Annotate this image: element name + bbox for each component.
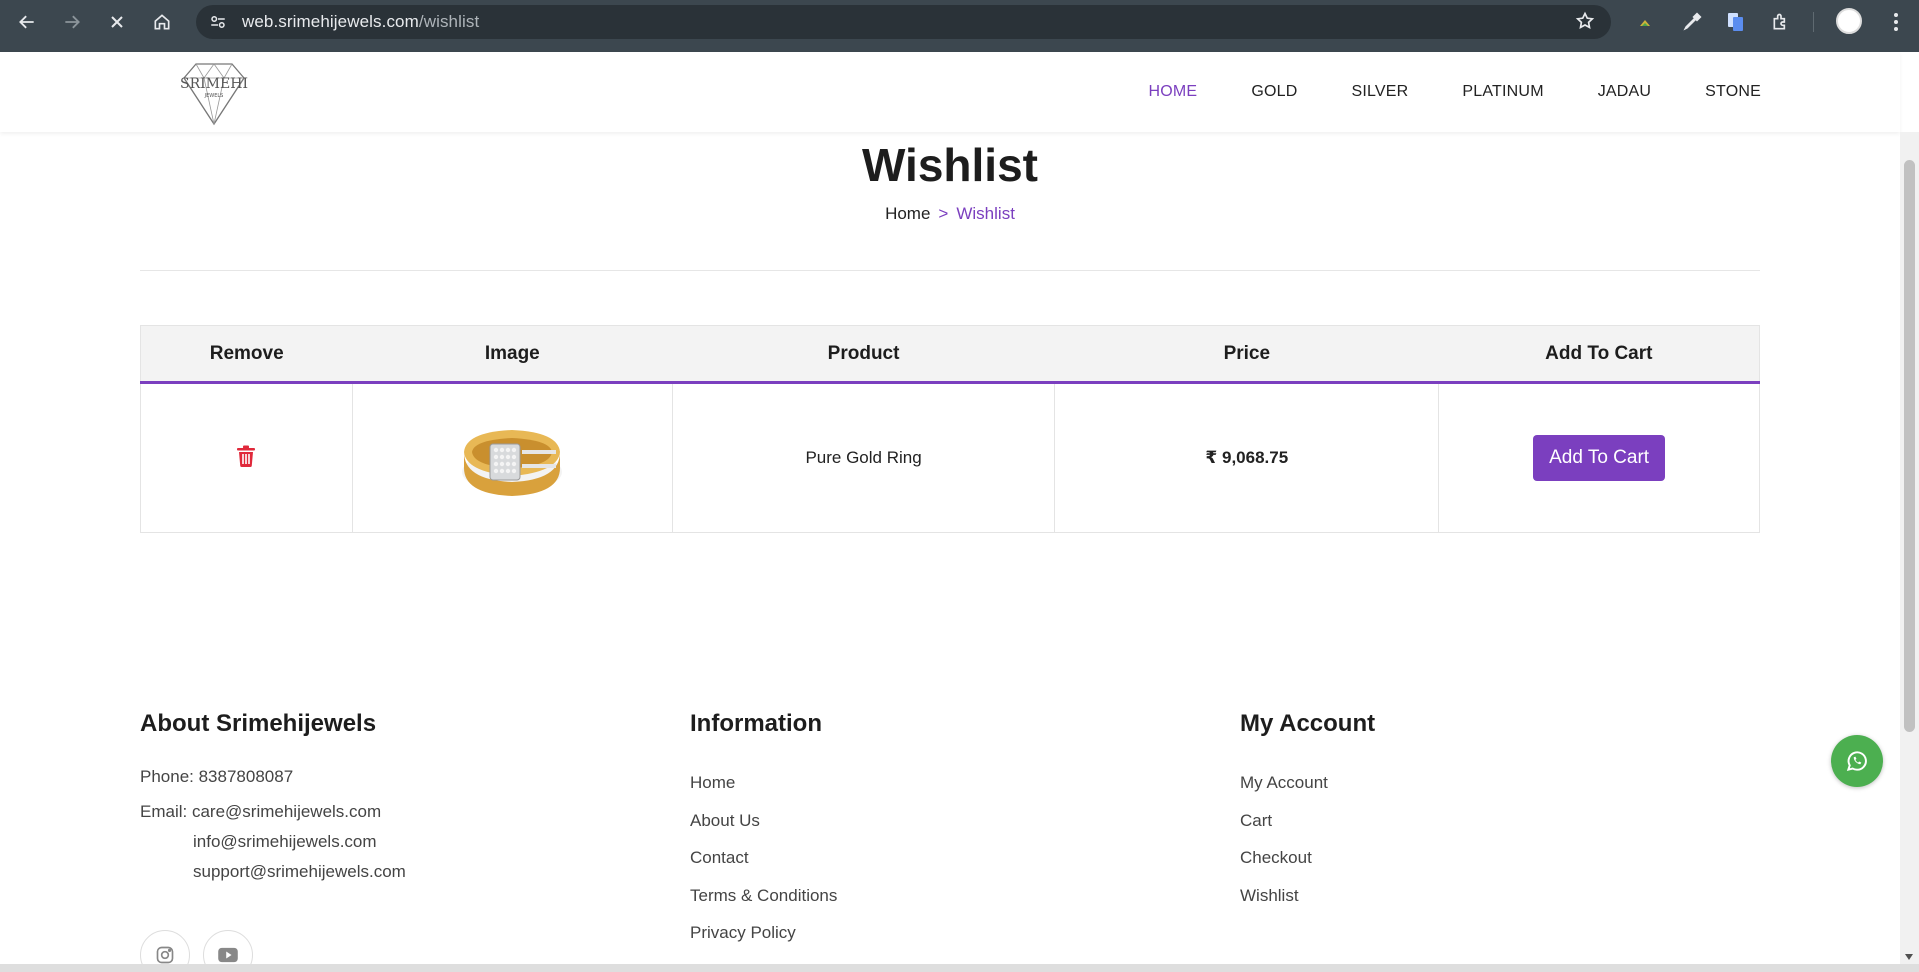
title-divider [140, 270, 1760, 271]
table-header-row: Remove Image Product Price Add To Cart [140, 325, 1760, 384]
col-product: Product [672, 325, 1055, 384]
breadcrumb-separator: > [938, 204, 949, 223]
back-icon[interactable] [12, 7, 42, 37]
site-header: SRIMEHI JEWELS HOME GOLD SILVER PLATINUM… [0, 52, 1900, 132]
breadcrumb-home[interactable]: Home [885, 204, 930, 223]
footer-email: Email: care@srimehijewels.com [140, 802, 382, 821]
stop-icon[interactable] [102, 7, 132, 37]
nav-silver[interactable]: SILVER [1351, 83, 1408, 101]
product-image[interactable] [456, 410, 568, 502]
main-navigation: HOME GOLD SILVER PLATINUM JADAU STONE [1095, 52, 1762, 132]
footer-link-contact[interactable]: Contact [690, 839, 837, 877]
footer-account: My Account My Account Cart Checkout Wish… [1240, 710, 1375, 914]
browser-toolbar: web.srimehijewels.com/wishlist [0, 0, 1919, 52]
currency-symbol: ₹ [1205, 448, 1218, 467]
whatsapp-icon[interactable] [1831, 735, 1883, 787]
col-remove: Remove [140, 325, 353, 384]
puzzle-icon[interactable] [1769, 10, 1793, 34]
page-scrollbar[interactable] [1900, 132, 1919, 964]
profile-avatar[interactable] [1836, 8, 1862, 34]
nav-jadau[interactable]: JADAU [1598, 83, 1651, 101]
product-price: 9,068.75 [1222, 448, 1289, 467]
page-title: Wishlist [862, 139, 1038, 191]
product-name[interactable]: Pure Gold Ring [671, 382, 1056, 533]
site-settings-icon[interactable] [206, 10, 230, 34]
nav-platinum[interactable]: PLATINUM [1462, 83, 1543, 101]
wishlist-table: Remove Image Product Price Add To Cart P… [140, 325, 1760, 533]
footer-link-home[interactable]: Home [690, 764, 837, 802]
bottom-strip [0, 964, 1919, 972]
clipboard-extension-icon[interactable] [1724, 10, 1748, 34]
price-cell: ₹ 9,068.75 [1054, 382, 1440, 533]
site-logo[interactable]: SRIMEHI JEWELS [176, 58, 252, 128]
footer-link-checkout[interactable]: Checkout [1240, 839, 1375, 877]
scroll-down-arrow[interactable] [1905, 954, 1913, 960]
scrollbar-thumb[interactable] [1904, 160, 1915, 732]
more-menu-icon[interactable] [1884, 9, 1908, 35]
star-icon[interactable] [1575, 11, 1595, 36]
col-image: Image [352, 325, 673, 384]
url-text: web.srimehijewels.com/wishlist [242, 12, 480, 31]
breadcrumb-current: Wishlist [956, 204, 1015, 223]
extension-icon[interactable] [1633, 10, 1657, 34]
eyedropper-icon[interactable] [1680, 10, 1704, 34]
footer-link-my-account[interactable]: My Account [1240, 764, 1375, 802]
nav-stone[interactable]: STONE [1705, 83, 1761, 101]
trash-icon[interactable] [236, 445, 256, 467]
col-add-to-cart: Add To Cart [1438, 325, 1760, 384]
add-to-cart-button[interactable]: Add To Cart [1533, 435, 1666, 481]
breadcrumb: Home > Wishlist [0, 204, 1900, 224]
table-row: Pure Gold Ring ₹ 9,068.75 Add To Cart [140, 382, 1760, 533]
footer-link-wishlist[interactable]: Wishlist [1240, 877, 1375, 915]
footer-about: About Srimehijewels Phone: 8387808087 Em… [140, 710, 406, 887]
footer-account-title: My Account [1240, 710, 1376, 737]
footer-information: Information Home About Us Contact Terms … [690, 710, 837, 952]
footer-link-cart[interactable]: Cart [1240, 802, 1375, 840]
add-to-cart-cell: Add To Cart [1438, 382, 1760, 533]
footer-email-support[interactable]: support@srimehijewels.com [140, 857, 406, 887]
col-price: Price [1054, 325, 1439, 384]
footer-phone: Phone: 8387808087 [140, 767, 294, 786]
footer-email-info[interactable]: info@srimehijewels.com [140, 827, 406, 857]
home-icon[interactable] [147, 7, 177, 37]
toolbar-separator [1813, 12, 1814, 32]
svg-text:SRIMEHI: SRIMEHI [180, 76, 248, 92]
remove-cell [140, 382, 353, 533]
footer-link-about[interactable]: About Us [690, 802, 837, 840]
nav-gold[interactable]: GOLD [1251, 83, 1297, 101]
svg-text:JEWELS: JEWELS [204, 93, 224, 99]
image-cell [351, 382, 673, 533]
nav-home[interactable]: HOME [1149, 83, 1198, 101]
forward-icon[interactable] [57, 7, 87, 37]
footer-link-terms[interactable]: Terms & Conditions [690, 877, 837, 915]
address-bar[interactable]: web.srimehijewels.com/wishlist [196, 5, 1611, 39]
footer-link-privacy[interactable]: Privacy Policy [690, 914, 837, 952]
footer-information-title: Information [690, 710, 822, 737]
footer-about-title: About Srimehijewels [140, 710, 377, 737]
